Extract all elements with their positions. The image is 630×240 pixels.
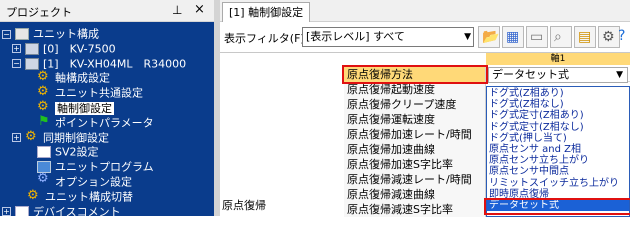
collapse-icon[interactable]: − [12,59,21,69]
expand-icon[interactable]: + [12,44,21,54]
dropdown-option[interactable]: リミットスイッチ立ち上がり [487,178,629,189]
tree-item-label: 軸構成設定 [55,71,110,85]
help-icon[interactable]: ? [618,26,630,48]
parameter-name: 原点復帰減速曲線 [344,187,486,202]
tree-item[interactable]: 軸制御設定 [24,99,114,115]
pin-icon[interactable]: ⊥ [172,3,182,17]
project-pane-header: プロジェクト ⊥ × [0,0,214,22]
tree-item-label: ユニット構成 [33,27,99,41]
gear-icon [27,188,41,203]
tree-item-label: ユニット共通設定 [55,86,143,100]
tab-bar: [1] 軸制御設定 [220,0,630,22]
filter-bar: 表示フィルタ(F) [表示レベル] すべて ▼ 📂 ▦ ▭ ⌕ ▤ ⚙ ? [220,22,630,52]
parameter-name: 原点復帰加速レート/時間 [344,127,486,142]
tab-axis-control[interactable]: [1] 軸制御設定 [222,2,311,22]
dropdown-option[interactable]: ドグ式(押し当て) [487,133,629,144]
tree-item[interactable]: 軸構成設定 [24,69,110,85]
gear-icon [37,69,51,84]
tree-item[interactable]: SV2設定 [24,144,99,159]
axis-header: 軸1 [486,53,630,65]
expand-icon[interactable]: + [2,207,11,216]
dropdown-option[interactable]: 原点センサ中間点 [487,166,629,177]
settings-icon[interactable]: ⚙ [598,26,620,48]
filter-label: 表示フィルタ(F) [224,32,305,45]
import-icon[interactable]: ▤ [574,26,596,48]
tree-item[interactable]: − ユニット構成 [2,26,99,41]
group-label: 原点復帰 [222,199,266,212]
chevron-down-icon: ▼ [616,70,623,80]
option-icon [37,173,51,188]
tree-item[interactable]: + デバイスコメント [2,204,121,216]
chevron-down-icon: ▼ [464,32,471,42]
dropdown-option[interactable]: 原点センサ立ち上がり [487,155,629,166]
axis-control-settings-pane: [1] 軸制御設定 表示フィルタ(F) [表示レベル] すべて ▼ 📂 ▦ ▭ … [220,0,630,217]
parameter-name: 原点復帰加速曲線 [344,142,486,157]
highlight-frame-name [342,65,488,84]
search-icon[interactable]: ⌕ [550,26,572,48]
dropdown-option[interactable]: ドグ式定寸(Z相なし) [487,122,629,133]
dropdown-option[interactable]: ドグ式定寸(Z相あり) [487,110,629,121]
open-folder-icon[interactable]: 📂 [478,26,500,48]
tree-item-label: 軸制御設定 [55,101,114,115]
plc-icon [25,57,39,70]
close-icon[interactable]: × [194,2,205,17]
homing-method-select[interactable]: データセット式 ▼ [488,67,628,83]
tree-item[interactable]: オプション設定 [24,173,132,189]
tree-item-label: SV2設定 [55,145,99,159]
tree-item[interactable]: ポイントパラメータ [24,114,154,130]
doc-icon [15,205,29,216]
gear-icon [37,84,51,99]
parameter-name: 原点復帰運転速度 [344,112,486,127]
tree-item-label: オプション設定 [55,175,132,189]
tree-item-label: ユニットプログラム [55,160,154,174]
filter-value: [表示レベル] すべて [306,30,405,43]
gear-icon [25,129,39,144]
project-tree: − ユニット構成 + [0] KV-7500 − [1] KV-XH04ML R34000… [0,22,214,216]
tree-item-label: [0] KV-7500 [43,42,116,56]
tree-item[interactable]: ユニット構成切替 [14,188,133,204]
tree-item[interactable]: ユニット共通設定 [24,84,143,100]
flag-icon [37,114,51,129]
tree-item-label: [1] KV-XH04ML R34000 [43,57,187,71]
tree-item-label: デバイスコメント [33,205,121,216]
collapse-icon[interactable]: − [2,29,11,39]
parameter-name: 原点復帰減速S字比率 [344,202,486,217]
dropdown-option[interactable]: 原点センサ and Z相 [487,144,629,155]
folder-icon [15,28,29,40]
parameter-name: 原点復帰減速レート/時間 [344,172,486,187]
parameter-name: 原点復帰クリープ速度 [344,97,486,112]
homing-method-value: データセット式 [492,68,569,81]
expand-icon[interactable]: + [12,133,21,143]
tree-item[interactable]: + 同期制御設定 [12,129,109,145]
tree-item-label: ポイントパラメータ [55,116,154,130]
plc-icon [25,42,39,55]
project-pane: プロジェクト ⊥ × − ユニット構成 + [0] KV-7500 − [1] KV-XH… [0,0,214,216]
settings-grid: 軸1 原点復帰方法 原点復帰起動速度 原点復帰クリープ速度 原点復帰運転速度 原点復帰加… [220,52,630,217]
parameter-name: 原点復帰加速S字比率 [344,157,486,172]
highlight-frame-selected-option [484,198,630,215]
tree-item-label: ユニット構成切替 [45,190,133,204]
dropdown-option[interactable]: ドグ式(Z相なし) [487,99,629,110]
project-pane-title: プロジェクト [6,6,72,19]
calc-icon[interactable]: ▭ [526,26,548,48]
export-icon[interactable]: ▦ [502,26,524,48]
dropdown-option[interactable]: ドグ式(Z相あり) [487,88,629,99]
parameter-name: 原点復帰起動速度 [344,82,486,97]
gear-icon [37,99,51,114]
tree-item[interactable]: + [0] KV-7500 [12,41,116,56]
doc-icon [37,146,51,159]
filter-select[interactable]: [表示レベル] すべて ▼ [302,27,474,47]
tree-item-label: 同期制御設定 [43,131,109,145]
tree-item[interactable]: − [1] KV-XH04ML R34000 [12,56,186,71]
